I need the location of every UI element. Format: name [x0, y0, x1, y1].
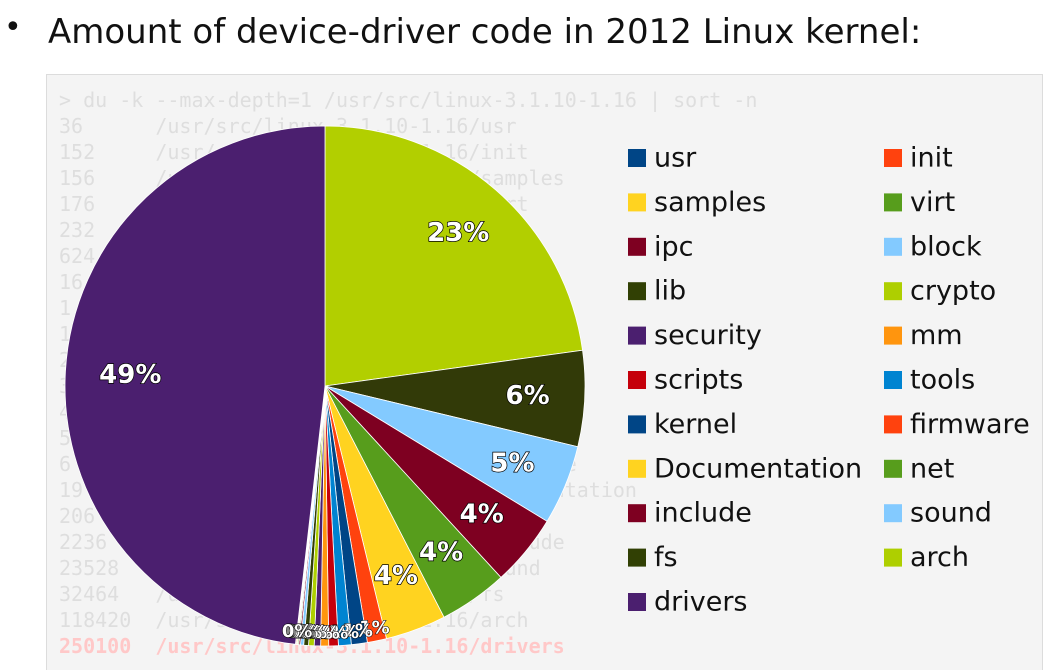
legend-swatch: [628, 593, 646, 611]
legend-swatch: [628, 282, 646, 301]
legend-swatch: [884, 282, 902, 301]
pie-data-label: 4%: [460, 500, 504, 530]
legend-swatch: [628, 149, 646, 167]
pie-data-label: 4%: [374, 561, 418, 591]
legend-label: tools: [910, 365, 975, 396]
legend-label: samples: [654, 187, 766, 218]
legend-label: crypto: [910, 276, 996, 307]
legend-swatch: [884, 326, 902, 345]
pie-data-label: 0%: [282, 621, 313, 642]
legend-label: init: [910, 143, 953, 174]
legend-swatch: [884, 504, 902, 523]
legend-label: mm: [910, 320, 963, 351]
pie-chart: 23%6%5%4%4%4%1%1%1%1%0%0%0%0%0%0%0%0%0%0…: [64, 125, 1030, 647]
legend-swatch: [628, 504, 646, 523]
legend-label: security: [654, 320, 762, 351]
pie-data-label: 6%: [506, 381, 550, 411]
legend-swatch: [628, 371, 646, 389]
legend-swatch: [884, 371, 902, 389]
pie-data-label: 23%: [427, 218, 489, 248]
legend-swatch: [884, 415, 902, 434]
legend-label: Documentation: [654, 453, 862, 484]
pie-data-label: 49%: [99, 360, 161, 390]
legend-label: usr: [654, 143, 697, 174]
legend-swatch: [884, 237, 902, 256]
legend-swatch: [884, 193, 902, 212]
legend-label: kernel: [654, 409, 737, 440]
legend-label: ipc: [654, 231, 694, 262]
legend-label: sound: [910, 498, 992, 529]
pie-data-label: 4%: [419, 537, 463, 567]
pie-slice-arch: [324, 125, 583, 387]
legend-label: lib: [654, 276, 686, 307]
legend-label: block: [910, 231, 982, 262]
legend-label: net: [910, 453, 954, 484]
legend-swatch: [628, 237, 646, 256]
legend-swatch: [628, 193, 646, 212]
legend-swatch: [628, 415, 646, 434]
legend-label: drivers: [654, 587, 748, 618]
legend-label: virt: [910, 187, 955, 218]
legend-swatch: [628, 548, 646, 567]
legend-swatch: [884, 548, 902, 567]
legend-swatch: [884, 459, 902, 478]
legend-label: fs: [654, 542, 678, 573]
legend-swatch: [628, 326, 646, 345]
legend-label: scripts: [654, 365, 743, 396]
pie-data-label: 5%: [490, 448, 534, 478]
legend-label: firmware: [910, 409, 1030, 440]
legend-label: include: [654, 498, 752, 529]
legend-swatch: [884, 149, 902, 167]
legend-label: arch: [910, 542, 969, 573]
legend-swatch: [628, 459, 646, 478]
